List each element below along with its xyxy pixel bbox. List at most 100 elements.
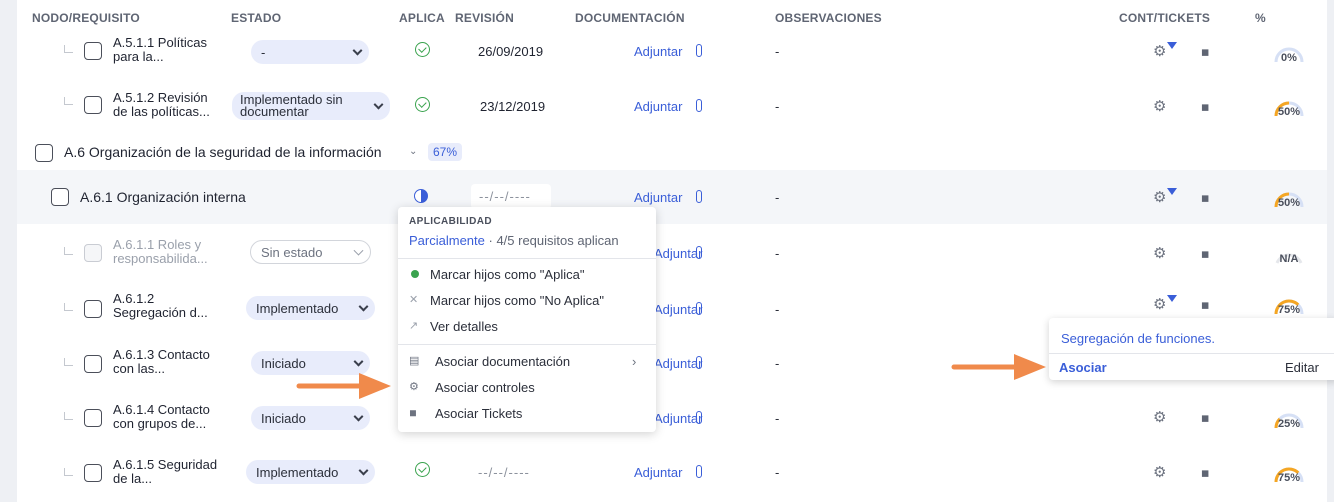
paperclip-icon[interactable] (696, 356, 702, 369)
estado-select[interactable]: Sin estado (250, 240, 371, 264)
attach-link[interactable]: Adjuntar (634, 44, 682, 59)
requirement-name[interactable]: A.6.1.3 Contacto con las... (113, 348, 210, 376)
paperclip-icon[interactable] (696, 44, 702, 57)
table-row: A.6.1 Organización interna --/--/---- Ad… (17, 170, 1327, 224)
chevron-down-icon (353, 356, 364, 367)
menu-divider (398, 344, 656, 345)
ticket-tag-icon[interactable]: ◆ (1196, 99, 1212, 115)
ticket-tag-icon[interactable]: ◆ (1196, 190, 1212, 206)
observations-text[interactable]: - (775, 246, 779, 261)
section-checkbox[interactable] (35, 144, 53, 162)
controls-gear-icon[interactable]: ⚙ (1153, 246, 1166, 261)
external-link-icon: ↗ (409, 320, 419, 332)
applicability-menu: APLICABILIDAD Parcialmente · 4/5 requisi… (398, 207, 656, 432)
row-checkbox[interactable] (84, 409, 102, 427)
controls-gear-icon[interactable]: ⚙ (1153, 99, 1166, 114)
ticket-tag-icon[interactable]: ◆ (1196, 246, 1212, 262)
chevron-down-icon (353, 245, 364, 256)
row-checkbox[interactable] (84, 96, 102, 114)
check-circle-icon[interactable] (415, 462, 430, 477)
requirement-name[interactable]: A.6.1.2 Segregación d... (113, 292, 208, 320)
observations-text[interactable]: - (775, 356, 779, 371)
attach-link[interactable]: Adjuntar (634, 190, 682, 205)
observations-text[interactable]: - (775, 190, 779, 205)
row-checkbox[interactable] (51, 188, 69, 206)
section-title[interactable]: A.6 Organización de la seguridad de la i… (64, 144, 382, 160)
controls-gear-icon[interactable]: ⚙ (1153, 465, 1166, 480)
chevron-down-icon (358, 301, 369, 312)
requirement-name[interactable]: A.6.1.4 Contacto con grupos de... (113, 403, 210, 431)
ticket-tag-icon[interactable]: ◆ (1196, 465, 1212, 481)
observations-text[interactable]: - (775, 465, 779, 480)
paperclip-icon[interactable] (696, 190, 702, 203)
menu-item-details[interactable]: Ver detalles (430, 319, 498, 334)
observations-text[interactable]: - (775, 411, 779, 426)
requirement-name[interactable]: A.6.1.1 Roles y responsabilida... (113, 238, 208, 266)
controls-gear-icon[interactable]: ⚙ (1153, 297, 1166, 312)
ticket-tag-icon[interactable]: ◆ (1196, 297, 1212, 313)
revision-date-input[interactable]: --/--/---- (471, 184, 551, 209)
observations-text[interactable]: - (775, 44, 779, 59)
section-row: A.6 Organización de la seguridad de la i… (17, 136, 1327, 170)
check-circle-icon[interactable] (415, 42, 430, 57)
progress-gauge: 25% (1272, 403, 1306, 437)
requirements-table: NODO/REQUISITO ESTADO APLICA REVISIÓN DO… (17, 0, 1327, 502)
paperclip-icon[interactable] (696, 99, 702, 112)
document-icon: ▤ (409, 355, 420, 367)
tree-connector (64, 97, 73, 105)
estado-select[interactable]: Iniciado (251, 406, 370, 430)
dropdown-triangle-icon[interactable] (1167, 295, 1177, 302)
estado-select[interactable]: Implementado (246, 460, 375, 484)
check-circle-icon[interactable] (415, 97, 430, 112)
revision-date[interactable]: 23/12/2019 (480, 99, 545, 114)
paperclip-icon[interactable] (696, 302, 702, 315)
control-popover: Segregación de funciones. Asociar Editar (1049, 318, 1334, 380)
paperclip-icon[interactable] (696, 246, 702, 259)
observations-text[interactable]: - (775, 99, 779, 114)
control-name[interactable]: Segregación de funciones. (1061, 331, 1215, 346)
estado-select[interactable]: Implementado sin documentar (232, 92, 390, 120)
estado-select[interactable]: - (251, 40, 369, 64)
col-header-aplica: APLICA (399, 11, 445, 25)
tree-connector (64, 412, 73, 420)
paperclip-icon[interactable] (696, 465, 702, 478)
col-header-cont-tickets: CONT/TICKETS (1119, 11, 1211, 25)
attach-link[interactable]: Adjuntar (634, 465, 682, 480)
row-checkbox[interactable] (84, 42, 102, 60)
progress-gauge: 50% (1272, 91, 1306, 125)
estado-select[interactable]: Implementado (246, 296, 375, 320)
chevron-down-icon (353, 411, 364, 422)
controls-gear-icon[interactable]: ⚙ (1153, 190, 1166, 205)
attach-link[interactable]: Adjuntar (634, 99, 682, 114)
revision-date[interactable]: --/--/---- (478, 465, 530, 480)
table-row: A.5.1.1 Políticas para la... - 26/09/201… (17, 28, 1327, 76)
ticket-tag-icon[interactable]: ◆ (1196, 44, 1212, 60)
menu-item-assoc-controls[interactable]: Asociar controles (435, 380, 535, 395)
row-checkbox[interactable] (84, 464, 102, 482)
tag-icon: ◆ (405, 405, 421, 421)
requirement-name[interactable]: A.6.1.5 Seguridad de la... (113, 458, 217, 486)
row-checkbox[interactable] (84, 244, 102, 262)
paperclip-icon[interactable] (696, 411, 702, 424)
dropdown-triangle-icon[interactable] (1167, 42, 1177, 49)
chevron-down-icon[interactable]: ⌄ (409, 146, 417, 157)
menu-item-assoc-doc[interactable]: Asociar documentación (435, 354, 570, 369)
row-checkbox[interactable] (84, 300, 102, 318)
menu-item-assoc-tickets[interactable]: Asociar Tickets (435, 406, 522, 421)
tree-connector (64, 358, 73, 366)
requirement-name[interactable]: A.6.1 Organización interna (80, 190, 246, 204)
requirement-name[interactable]: A.5.1.1 Políticas para la... (113, 36, 207, 64)
dropdown-triangle-icon[interactable] (1167, 188, 1177, 195)
menu-item-mark-apply[interactable]: Marcar hijos como "Aplica" (430, 267, 584, 282)
partial-applicability-icon[interactable] (414, 189, 428, 203)
requirement-name[interactable]: A.5.1.2 Revisión de las políticas... (113, 91, 210, 119)
row-checkbox[interactable] (84, 355, 102, 373)
observations-text[interactable]: - (775, 302, 779, 317)
controls-gear-icon[interactable]: ⚙ (1153, 410, 1166, 425)
associate-button[interactable]: Asociar (1059, 360, 1107, 375)
edit-button[interactable]: Editar (1285, 360, 1319, 375)
revision-date[interactable]: 26/09/2019 (478, 44, 543, 59)
controls-gear-icon[interactable]: ⚙ (1153, 44, 1166, 59)
menu-item-mark-no-apply[interactable]: Marcar hijos como "No Aplica" (430, 293, 604, 308)
ticket-tag-icon[interactable]: ◆ (1196, 410, 1212, 426)
